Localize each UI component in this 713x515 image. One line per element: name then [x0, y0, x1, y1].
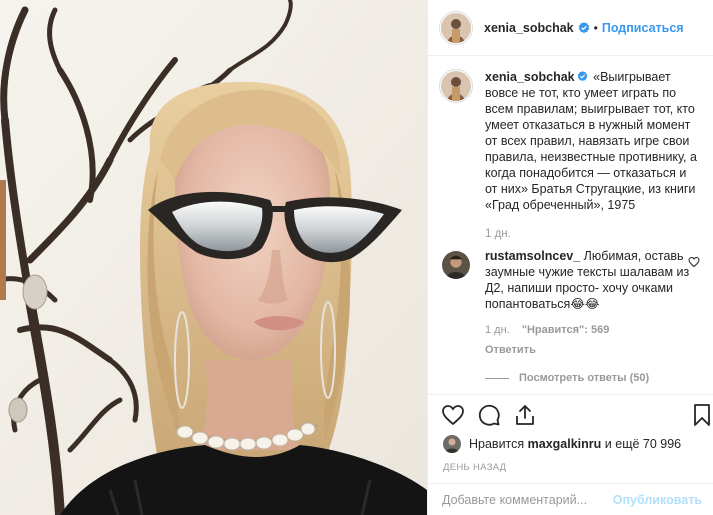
likes-prefix: Нравится — [469, 437, 525, 451]
likes-count[interactable]: и ещё 70 996 — [605, 437, 681, 451]
follow-button[interactable]: Подписаться — [602, 21, 684, 35]
verified-badge-icon — [578, 21, 589, 33]
comment-item: rustamsolncev_ Любимая, оставь заумные ч… — [439, 248, 702, 386]
liker-username[interactable]: maxgalkinru — [528, 437, 602, 451]
post-sidebar: xenia_sobchak • Подписаться xenia_sobcha… — [427, 0, 713, 515]
comment-text-block: rustamsolncev_ Любимая, оставь заумные ч… — [485, 248, 697, 312]
post-photo[interactable] — [0, 0, 427, 515]
comment-likes[interactable]: "Нравится": 569 — [522, 322, 610, 338]
comment-like-heart-icon[interactable] — [688, 256, 700, 268]
comment-input[interactable] — [442, 492, 613, 507]
caption-avatar-image — [441, 71, 471, 101]
likes-summary[interactable]: Нравится maxgalkinru и ещё 70 996 — [443, 435, 681, 453]
author-username[interactable]: xenia_sobchak — [484, 21, 574, 35]
comment-meta: 1 дн. "Нравится": 569 — [485, 322, 697, 338]
comment-username[interactable]: rustamsolncev_ — [485, 249, 580, 263]
reply-button[interactable]: Ответить — [485, 342, 697, 358]
caption-comment: xenia_sobchak «Выигрывает вовсе не тот, … — [439, 69, 702, 242]
publish-button[interactable]: Опубликовать — [613, 493, 702, 507]
author-avatar[interactable] — [439, 10, 473, 45]
caption-text: «Выигрывает вовсе не тот, кто умеет игра… — [485, 70, 697, 212]
caption-username[interactable]: xenia_sobchak — [485, 70, 575, 84]
commenter-avatar-image — [442, 251, 470, 279]
view-replies-label: Посмотреть ответы (50) — [519, 372, 650, 384]
post-image — [0, 0, 427, 515]
author-avatar-image — [441, 12, 471, 43]
post-timestamp[interactable]: ДЕНЬ НАЗАД — [443, 462, 506, 473]
verified-badge-icon — [577, 71, 587, 82]
caption-avatar[interactable] — [439, 69, 473, 103]
bookmark-icon[interactable] — [690, 403, 713, 427]
heart-icon[interactable] — [441, 403, 465, 427]
comment-time[interactable]: 1 дн. — [485, 322, 510, 338]
comments-section[interactable]: xenia_sobchak «Выигрывает вовсе не тот, … — [428, 57, 713, 394]
add-comment-bar: Опубликовать — [428, 483, 713, 515]
view-replies-button[interactable]: Посмотреть ответы (50) — [485, 370, 697, 386]
caption-text-block: xenia_sobchak «Выигрывает вовсе не тот, … — [485, 69, 702, 213]
share-icon[interactable] — [513, 403, 537, 427]
post-header: xenia_sobchak • Подписаться — [428, 0, 713, 56]
caption-time[interactable]: 1 дн. — [485, 226, 702, 242]
commenter-avatar[interactable] — [439, 248, 473, 282]
separator-dot: • — [593, 20, 598, 35]
liker-avatar — [443, 435, 461, 453]
comment-icon[interactable] — [477, 403, 501, 427]
post-actions: Нравится maxgalkinru и ещё 70 996 ДЕНЬ Н… — [428, 394, 713, 482]
replies-line — [485, 377, 509, 379]
